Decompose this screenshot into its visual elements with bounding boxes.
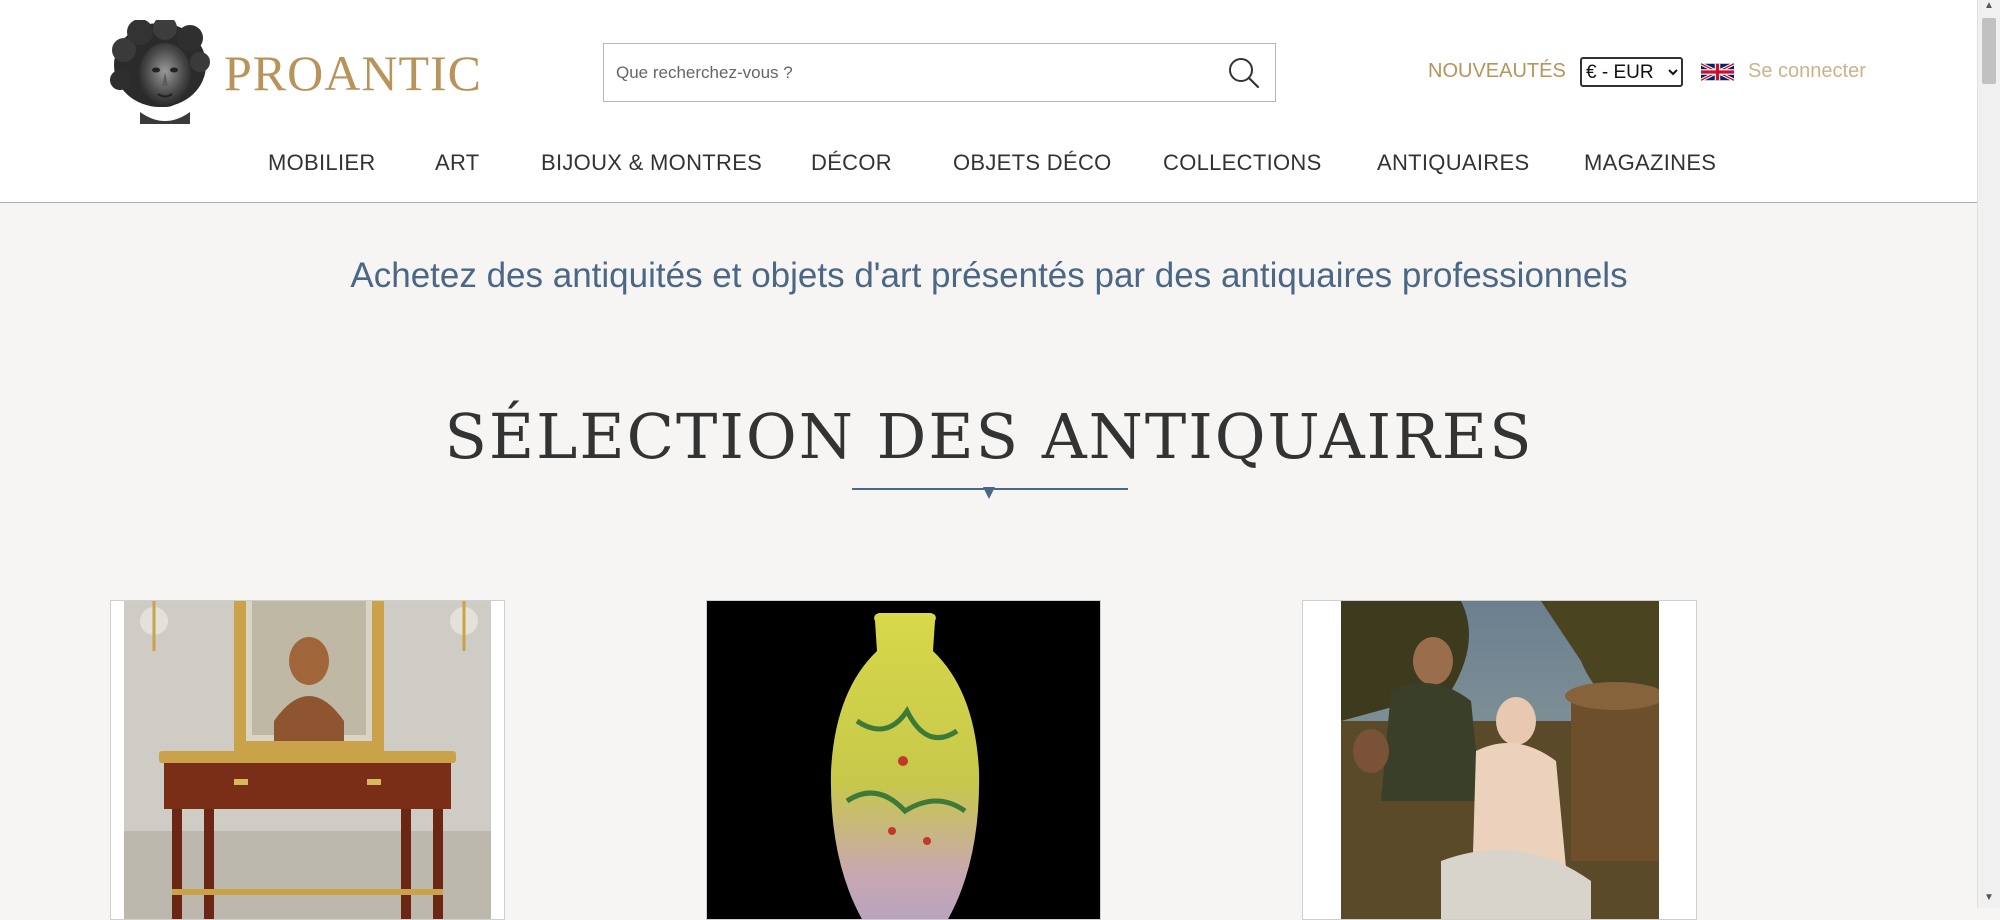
nav-item-bijoux-montres[interactable]: BIJOUX & MONTRES bbox=[541, 150, 762, 176]
page-tagline: Achetez des antiquités et objets d'art p… bbox=[350, 256, 1628, 295]
nav-item-magazines[interactable]: MAGAZINES bbox=[1584, 150, 1716, 176]
nav-item-objets-deco[interactable]: OBJETS DÉCO bbox=[953, 150, 1112, 176]
site-header: PROANTIC NOUVEAUTÉS € - EUR Se connecter… bbox=[0, 0, 1978, 203]
search-box bbox=[603, 43, 1276, 102]
nav-item-antiquaires[interactable]: ANTIQUAIRES bbox=[1377, 150, 1529, 176]
product-card-console[interactable] bbox=[110, 600, 505, 920]
new-arrivals-link[interactable]: NOUVEAUTÉS bbox=[1428, 60, 1566, 83]
scroll-up-arrow-icon[interactable]: ▲ bbox=[1978, 0, 2000, 16]
product-card-painting[interactable] bbox=[1302, 600, 1697, 920]
nav-item-art[interactable]: ART bbox=[435, 150, 480, 176]
nav-item-decor[interactable]: DÉCOR bbox=[811, 150, 892, 176]
brand-logo-text[interactable]: PROANTIC bbox=[224, 44, 482, 102]
search-icon[interactable] bbox=[1227, 56, 1261, 90]
product-card-vase[interactable] bbox=[706, 600, 1101, 920]
uk-flag-icon[interactable] bbox=[1701, 60, 1734, 84]
section-title: SÉLECTION DES ANTIQUAIRES bbox=[444, 400, 1534, 473]
product-image-vase[interactable] bbox=[707, 601, 1101, 920]
logo-bust-icon[interactable] bbox=[110, 20, 210, 124]
currency-select[interactable]: € - EUR bbox=[1580, 57, 1683, 87]
search-input[interactable] bbox=[604, 44, 1216, 101]
nav-item-mobilier[interactable]: MOBILIER bbox=[268, 150, 376, 176]
scroll-down-arrow-icon[interactable]: ▼ bbox=[1978, 892, 2000, 908]
scrollbar-thumb[interactable] bbox=[1982, 18, 1996, 84]
product-image-painting[interactable] bbox=[1341, 601, 1659, 920]
product-image-console[interactable] bbox=[124, 601, 491, 920]
title-divider-marker bbox=[983, 487, 995, 499]
nav-item-collections[interactable]: COLLECTIONS bbox=[1163, 150, 1322, 176]
login-link[interactable]: Se connecter bbox=[1748, 60, 1866, 83]
main-nav: MOBILIER ART BIJOUX & MONTRES DÉCOR OBJE… bbox=[0, 150, 1978, 180]
page-scrollbar[interactable]: ▲ ▼ bbox=[1977, 0, 2000, 908]
